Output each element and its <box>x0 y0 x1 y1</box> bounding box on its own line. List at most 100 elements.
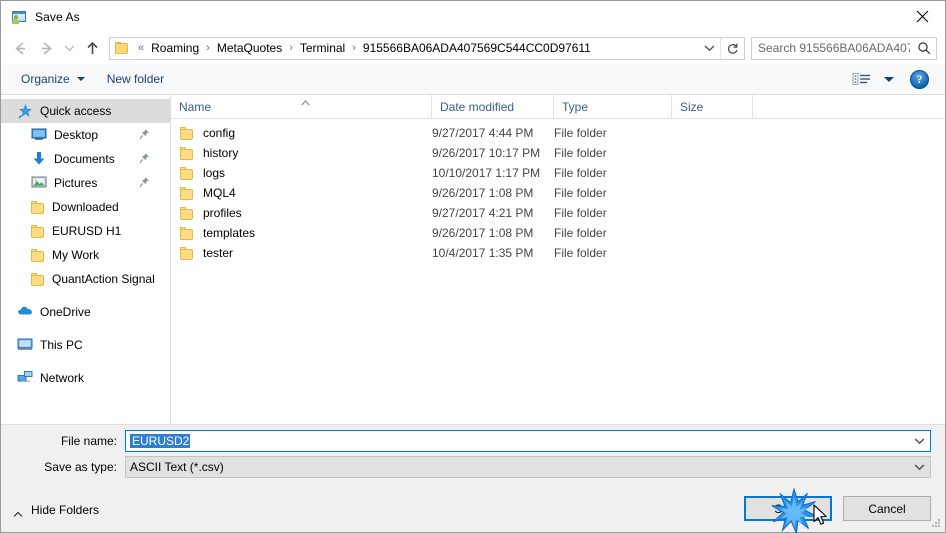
file-name: logs <box>203 166 226 180</box>
address-chevron-down-icon[interactable] <box>698 44 720 52</box>
toolbar: Organize New folder ? <box>1 64 945 95</box>
cancel-button[interactable]: Cancel <box>843 496 931 521</box>
sidebar-item-documents[interactable]: Documents <box>1 147 170 171</box>
folder-icon <box>180 126 195 140</box>
breadcrumb-item-3[interactable]: 915566BA06ADA407569C544CC0D97611 <box>361 40 698 56</box>
sidebar-item-network[interactable]: Network <box>1 366 170 390</box>
table-row[interactable]: MQL4 9/26/2017 1:08 PM File folder <box>171 183 945 203</box>
table-row[interactable]: templates 9/26/2017 1:08 PM File folder <box>171 223 945 243</box>
file-type-cell: File folder <box>554 246 607 260</box>
file-type-cell: File folder <box>554 126 607 140</box>
sidebar-item-pictures[interactable]: Pictures <box>1 171 170 195</box>
file-name-cell: logs <box>171 166 432 180</box>
this-pc-icon <box>17 337 34 353</box>
breadcrumb-overflow[interactable]: « <box>133 42 149 54</box>
sidebar-item-quick-access[interactable]: Quick access <box>1 99 170 123</box>
recent-locations-chevron-down-icon[interactable] <box>59 35 79 61</box>
sidebar-item-my-work[interactable]: My Work <box>1 243 170 267</box>
star-pin-icon <box>17 103 34 119</box>
file-name-cell: templates <box>171 226 432 240</box>
resize-grip-icon[interactable] <box>930 517 942 529</box>
organize-button[interactable]: Organize <box>15 69 91 89</box>
sidebar-item-label: EURUSD H1 <box>52 224 122 238</box>
back-button[interactable] <box>7 35 33 61</box>
pin-icon[interactable] <box>139 152 150 164</box>
file-date-cell: 10/4/2017 1:35 PM <box>432 246 534 260</box>
column-header-date-modified[interactable]: Date modified <box>432 95 554 119</box>
sidebar-item-onedrive[interactable]: OneDrive <box>1 300 170 324</box>
save-as-type-select[interactable]: ASCII Text (*.csv) <box>125 456 931 478</box>
pin-icon[interactable] <box>139 176 150 188</box>
breadcrumb-separator[interactable]: › <box>284 42 298 54</box>
view-caret-down-icon[interactable] <box>884 76 894 82</box>
pin-icon[interactable] <box>139 128 150 140</box>
save-as-type-chevron-down-icon[interactable] <box>908 463 930 471</box>
close-icon[interactable] <box>899 1 945 32</box>
folder-icon <box>31 200 46 214</box>
file-date-cell: 9/26/2017 10:17 PM <box>432 146 541 160</box>
help-label: ? <box>916 71 923 86</box>
documents-download-icon <box>31 151 48 167</box>
column-label: Size <box>680 100 704 114</box>
file-name-chevron-down-icon[interactable] <box>908 437 930 445</box>
file-name-text[interactable]: EURUSD2 <box>126 434 908 448</box>
new-folder-button[interactable]: New folder <box>101 69 170 89</box>
table-row[interactable]: config 9/27/2017 4:44 PM File folder <box>171 123 945 143</box>
breadcrumb-separator[interactable]: › <box>347 42 361 54</box>
search-box[interactable] <box>751 36 937 60</box>
new-folder-label: New folder <box>106 72 165 86</box>
search-input[interactable] <box>752 40 912 56</box>
folder-icon <box>115 42 129 54</box>
file-name-value[interactable]: EURUSD2 <box>130 434 191 448</box>
forward-button[interactable] <box>33 35 59 61</box>
save-button[interactable]: Save <box>744 496 832 521</box>
file-name: config <box>203 126 236 140</box>
file-date-cell: 9/26/2017 1:08 PM <box>432 226 534 240</box>
sidebar-item-label: Desktop <box>54 128 99 142</box>
hide-folders-button[interactable]: Hide Folders <box>13 503 99 517</box>
save-as-dialog: Save As « Roaming › MetaQuotes › Termina… <box>0 0 946 533</box>
navigation-bar: « Roaming › MetaQuotes › Terminal › 9155… <box>1 32 945 64</box>
breadcrumb-item-1[interactable]: MetaQuotes <box>215 40 284 56</box>
file-list-pane: Name Date modified Type Size config 9/27… <box>171 95 945 424</box>
folder-icon <box>180 146 195 160</box>
breadcrumb-item-0[interactable]: Roaming <box>149 40 201 56</box>
view-layout-icon[interactable] <box>852 71 872 87</box>
column-header-type[interactable]: Type <box>554 95 672 119</box>
file-date-cell: 10/10/2017 1:17 PM <box>432 166 541 180</box>
file-name-row: File name: EURUSD2 <box>1 430 945 452</box>
sidebar-item-desktop[interactable]: Desktop <box>1 123 170 147</box>
cancel-label: Cancel <box>868 501 906 516</box>
sidebar-item-eurusd-h1[interactable]: EURUSD H1 <box>1 219 170 243</box>
table-row[interactable]: profiles 9/27/2017 4:21 PM File folder <box>171 203 945 223</box>
folder-icon <box>180 166 195 180</box>
sidebar-item-quantaction-signal[interactable]: QuantAction Signal <box>1 267 170 291</box>
folder-icon <box>31 248 46 262</box>
column-header-size[interactable]: Size <box>672 95 753 119</box>
file-name-input[interactable]: EURUSD2 <box>125 430 931 452</box>
search-icon[interactable] <box>912 41 936 55</box>
table-row[interactable]: history 9/26/2017 10:17 PM File folder <box>171 143 945 163</box>
dialog-buttons: Save Cancel <box>744 496 931 521</box>
refresh-icon[interactable] <box>720 37 744 59</box>
file-name-cell: config <box>171 126 432 140</box>
column-header-filler <box>753 95 945 119</box>
breadcrumb-item-2[interactable]: Terminal <box>298 40 347 56</box>
address-bar[interactable]: « Roaming › MetaQuotes › Terminal › 9155… <box>109 36 745 60</box>
sidebar-item-this-pc[interactable]: This PC <box>1 333 170 357</box>
sidebar-item-downloaded[interactable]: Downloaded <box>1 195 170 219</box>
folder-icon <box>31 224 46 238</box>
help-icon[interactable]: ? <box>910 69 929 89</box>
table-row[interactable]: logs 10/10/2017 1:17 PM File folder <box>171 163 945 183</box>
table-row[interactable]: tester 10/4/2017 1:35 PM File folder <box>171 243 945 263</box>
up-one-level-button[interactable] <box>79 35 105 61</box>
onedrive-icon <box>17 304 34 320</box>
navigation-sidebar: Quick access Desktop Documents Pictures … <box>1 95 171 424</box>
breadcrumb-separator[interactable]: › <box>201 42 215 54</box>
file-name: profiles <box>203 206 242 220</box>
organize-label: Organize <box>21 72 70 86</box>
dialog-body: Quick access Desktop Documents Pictures … <box>1 95 945 424</box>
